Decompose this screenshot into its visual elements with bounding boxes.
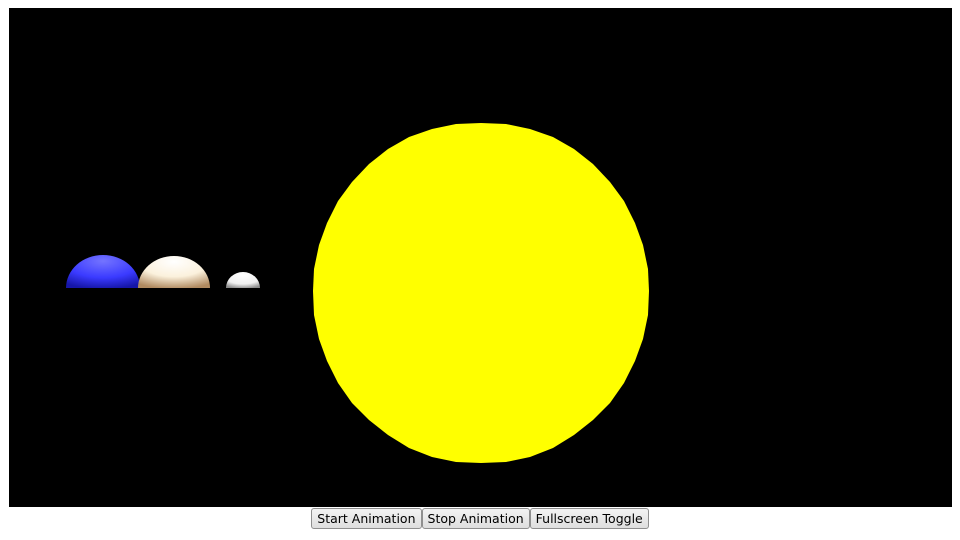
white-planet [226, 272, 260, 288]
animation-controls: Start Animation Stop Animation Fullscreen … [0, 508, 960, 530]
fullscreen-toggle-button[interactable]: Fullscreen Toggle [529, 508, 649, 529]
cream-planet [138, 256, 210, 288]
render-canvas[interactable] [9, 8, 952, 507]
start-animation-button[interactable]: Start Animation [311, 508, 422, 529]
stop-animation-button[interactable]: Stop Animation [421, 508, 530, 529]
scene-svg [66, 123, 649, 463]
blue-planet [66, 255, 140, 288]
sun-sphere [313, 123, 649, 463]
